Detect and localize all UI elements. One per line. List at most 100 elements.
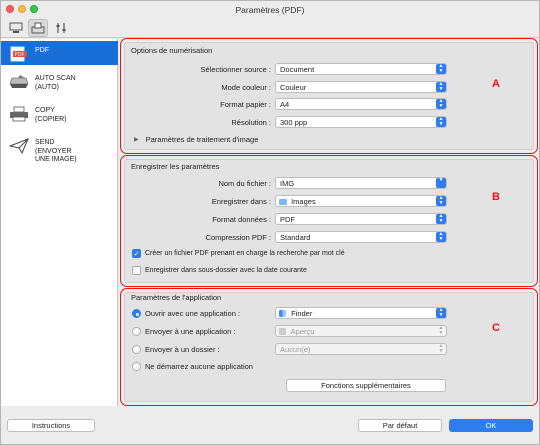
source-label: Sélectionner source : bbox=[200, 65, 271, 74]
scan-options-title: Options de numérisation bbox=[131, 46, 213, 55]
sidebar-item-pdf[interactable]: PDF PDF bbox=[1, 41, 118, 65]
date-subfolder-checkbox[interactable]: Enregistrer dans sous-dossier avec la da… bbox=[132, 266, 307, 275]
select-arrows-icon: ▲ ▼ bbox=[438, 343, 444, 354]
sidebar-item-auto-scan[interactable]: AUTO SCAN (AUTO) bbox=[1, 69, 118, 97]
select-arrows-icon: ▲ ▼ bbox=[436, 117, 446, 127]
save-settings-title: Enregistrer les paramètres bbox=[131, 162, 220, 171]
pdf-compression-label: Compression PDF : bbox=[205, 233, 271, 242]
radio-icon bbox=[132, 327, 141, 336]
select-arrows-icon: ▲ ▼ bbox=[436, 82, 446, 92]
window-title: Paramètres (PDF) bbox=[235, 4, 305, 15]
scan-to-computer-tab[interactable] bbox=[6, 19, 26, 37]
data-format-value: PDF bbox=[280, 215, 295, 224]
source-value: Document bbox=[280, 65, 315, 74]
image-processing-disclosure[interactable]: ▶ Paramètres de traitement d'image bbox=[134, 135, 258, 144]
radio-selected-icon bbox=[132, 309, 141, 318]
open-with-app-value: Finder bbox=[291, 309, 313, 318]
save-in-select[interactable]: Images ▲ ▼ bbox=[275, 195, 447, 207]
toolbar bbox=[1, 18, 539, 38]
sidebar: PDF PDF AUTO SCAN (AUTO) COPY (COPIER) S… bbox=[1, 39, 118, 406]
checkbox-icon bbox=[132, 266, 141, 275]
select-arrows-icon: ▲ ▼ bbox=[436, 308, 446, 318]
section-marker-a: A bbox=[492, 78, 500, 90]
sidebar-item-label: PDF bbox=[35, 47, 49, 54]
sidebar-item-label: SEND (ENVOYER UNE IMAGE) bbox=[35, 139, 77, 163]
send-to-folder-label: Envoyer à un dossier : bbox=[145, 345, 220, 354]
open-with-app-radio[interactable]: Ouvrir avec une application : bbox=[132, 309, 240, 318]
finder-icon bbox=[279, 310, 286, 317]
image-processing-label: Paramètres de traitement d'image bbox=[145, 135, 259, 144]
instructions-button[interactable]: Instructions bbox=[7, 419, 95, 432]
send-icon bbox=[7, 137, 31, 155]
minimize-window-button[interactable] bbox=[18, 5, 26, 13]
select-arrows-icon: ▲ ▼ bbox=[436, 99, 446, 109]
send-to-app-radio[interactable]: Envoyer à une application : bbox=[132, 327, 235, 336]
resolution-value: 300 ppp bbox=[280, 118, 308, 127]
send-to-app-label: Envoyer à une application : bbox=[145, 327, 236, 336]
send-to-folder-value: Aucun(e) bbox=[280, 345, 311, 354]
checkmark-icon: ✓ bbox=[132, 249, 141, 258]
radio-icon bbox=[132, 362, 141, 371]
open-with-app-label: Ouvrir avec une application : bbox=[145, 309, 241, 318]
send-to-app-select[interactable]: Aperçu ▲ ▼ bbox=[275, 325, 447, 337]
section-marker-c: C bbox=[492, 322, 500, 334]
source-select[interactable]: Document ▲ ▼ bbox=[275, 63, 447, 75]
select-arrows-icon: ▲ ▼ bbox=[436, 196, 446, 206]
color-mode-label: Mode couleur : bbox=[221, 83, 271, 92]
select-arrows-icon: ▲ ▼ bbox=[436, 214, 446, 224]
disclosure-triangle-icon: ▶ bbox=[134, 137, 139, 143]
pdf-icon: PDF bbox=[7, 45, 31, 63]
resolution-select[interactable]: 300 ppp ▲ ▼ bbox=[275, 116, 447, 128]
settings-window: Paramètres (PDF) PDF PDF AUTO SCAN (AUTO… bbox=[0, 0, 540, 445]
more-functions-button[interactable]: Fonctions supplémentaires bbox=[286, 379, 446, 392]
pdf-compression-value: Standard bbox=[280, 233, 311, 242]
no-launch-radio[interactable]: Ne démarrez aucune application bbox=[132, 362, 253, 371]
sidebar-item-copy[interactable]: COPY (COPIER) bbox=[1, 101, 118, 129]
data-format-select[interactable]: PDF ▲ ▼ bbox=[275, 213, 447, 225]
date-subfolder-label: Enregistrer dans sous-dossier avec la da… bbox=[145, 267, 307, 274]
send-to-app-value: Aperçu bbox=[290, 327, 315, 336]
data-format-label: Format données : bbox=[212, 215, 271, 224]
paper-size-label: Format papier : bbox=[220, 100, 271, 109]
send-to-folder-radio[interactable]: Envoyer à un dossier : bbox=[132, 345, 220, 354]
keyword-search-label: Créer un fichier PDF prenant en charge l… bbox=[145, 250, 345, 257]
ok-button[interactable]: OK bbox=[449, 419, 533, 432]
sidebar-item-label: COPY (COPIER) bbox=[35, 107, 67, 123]
resolution-label: Résolution : bbox=[231, 118, 271, 127]
filename-label: Nom du fichier : bbox=[218, 179, 271, 188]
keyword-search-checkbox[interactable]: ✓ Créer un fichier PDF prenant en charge… bbox=[132, 249, 345, 258]
sidebar-item-send[interactable]: SEND (ENVOYER UNE IMAGE) bbox=[1, 133, 118, 169]
color-mode-value: Couleur bbox=[280, 83, 307, 92]
scanner-icon bbox=[7, 73, 31, 91]
radio-icon bbox=[132, 345, 141, 354]
send-to-folder-select[interactable]: Aucun(e) ▲ ▼ bbox=[275, 343, 447, 355]
paper-size-select[interactable]: A4 ▲ ▼ bbox=[275, 98, 447, 110]
filename-combo[interactable]: IMG ▼ bbox=[275, 177, 447, 189]
folder-icon bbox=[279, 199, 287, 205]
title-bar: Paramètres (PDF) bbox=[1, 1, 539, 18]
zoom-window-button[interactable] bbox=[30, 5, 38, 13]
save-in-value: Images bbox=[291, 197, 316, 206]
scan-to-computer-icon bbox=[9, 22, 23, 33]
pdf-compression-select[interactable]: Standard ▲ ▼ bbox=[275, 231, 447, 243]
filename-value: IMG bbox=[280, 179, 295, 188]
color-mode-select[interactable]: Couleur ▲ ▼ bbox=[275, 81, 447, 93]
close-window-button[interactable] bbox=[6, 5, 14, 13]
scan-to-document-tab[interactable] bbox=[28, 19, 48, 37]
scan-to-document-icon bbox=[31, 22, 45, 34]
paper-size-value: A4 bbox=[280, 100, 290, 109]
tools-icon bbox=[56, 23, 66, 33]
tools-tab[interactable] bbox=[51, 19, 71, 37]
sidebar-item-label: AUTO SCAN (AUTO) bbox=[35, 75, 76, 91]
chevron-down-icon: ▼ bbox=[436, 178, 446, 188]
printer-icon bbox=[7, 105, 31, 123]
save-in-label: Enregistrer dans : bbox=[211, 197, 271, 206]
app-settings-title: Paramètres de l'application bbox=[131, 293, 222, 302]
svg-text:PDF: PDF bbox=[15, 52, 25, 58]
open-with-app-select[interactable]: Finder ▲ ▼ bbox=[275, 307, 447, 319]
default-button[interactable]: Par défaut bbox=[358, 419, 442, 432]
select-arrows-icon: ▲ ▼ bbox=[436, 64, 446, 74]
window-controls bbox=[6, 5, 38, 13]
section-marker-b: B bbox=[492, 191, 500, 203]
preview-icon bbox=[279, 328, 286, 335]
